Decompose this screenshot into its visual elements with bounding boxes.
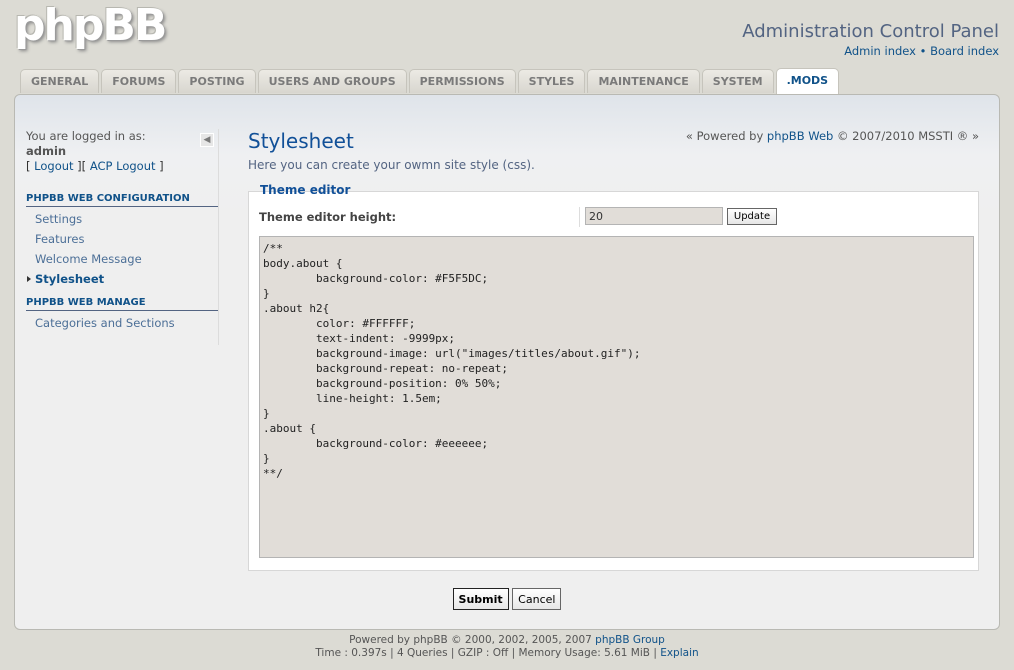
- sidebar-item-settings[interactable]: Settings: [26, 209, 218, 229]
- logged-in-label: You are logged in as:: [26, 129, 146, 143]
- footer-stats: Time : 0.397s | 4 Queries | GZIP : Off |…: [0, 647, 1014, 660]
- acp-logout-link[interactable]: ACP Logout: [90, 159, 156, 173]
- sidebar-item-label[interactable]: Categories and Sections: [35, 316, 175, 330]
- board-index-link[interactable]: Board index: [930, 44, 999, 58]
- tab-styles[interactable]: STYLES: [517, 69, 586, 93]
- field-divider: [579, 207, 580, 227]
- theme-editor-legend: Theme editor: [260, 183, 351, 197]
- theme-editor-height-label: Theme editor height:: [259, 210, 397, 224]
- phpbb-web-link[interactable]: phpBB Web: [767, 129, 833, 143]
- login-links: [ Logout ][ ACP Logout ]: [26, 159, 218, 173]
- sidebar-item-label[interactable]: Stylesheet: [35, 272, 104, 286]
- form-actions: Submit Cancel: [15, 588, 999, 610]
- menu-section-web-configuration: PHPBB WEB CONFIGURATION: [26, 193, 218, 207]
- footer-copyright: Powered by phpBB © 2000, 2002, 2005, 200…: [0, 634, 1014, 647]
- menu-list-web-manage: Categories and Sections: [26, 313, 218, 333]
- menu-list-web-configuration: Settings Features Welcome Message Styles…: [26, 209, 218, 289]
- sidebar-item-categories-and-sections[interactable]: Categories and Sections: [26, 313, 218, 333]
- content-panel: ◀ You are logged in as: admin [ Logout ]…: [14, 94, 1000, 630]
- acp-title: Administration Control Panel: [742, 21, 999, 42]
- theme-editor-height-input[interactable]: [585, 207, 723, 225]
- powered-suffix: © 2007/2010 MSSTI ® »: [833, 129, 979, 143]
- main-tabs: GENERAL FORUMS POSTING USERS AND GROUPS …: [20, 68, 840, 94]
- collapse-menu-icon[interactable]: ◀: [200, 133, 214, 147]
- tab-mods[interactable]: .MODS: [775, 68, 840, 94]
- bracket-close: ]: [155, 159, 164, 173]
- cancel-button[interactable]: Cancel: [512, 588, 562, 610]
- logout-link[interactable]: Logout: [34, 159, 73, 173]
- tab-forums[interactable]: FORUMS: [101, 69, 177, 93]
- powered-by-notice: « Powered by phpBB Web © 2007/2010 MSSTI…: [686, 129, 979, 143]
- username: admin: [26, 144, 67, 158]
- bracket-open: [: [26, 159, 35, 173]
- tab-maintenance[interactable]: MAINTENANCE: [587, 69, 700, 93]
- page-footer: Powered by phpBB © 2000, 2002, 2005, 200…: [0, 634, 1014, 660]
- header-link-separator: •: [919, 44, 927, 58]
- tab-general[interactable]: GENERAL: [20, 69, 100, 93]
- tab-posting[interactable]: POSTING: [178, 69, 256, 93]
- tab-users-and-groups[interactable]: USERS AND GROUPS: [257, 69, 407, 93]
- tab-system[interactable]: SYSTEM: [701, 69, 774, 93]
- sidebar-item-features[interactable]: Features: [26, 229, 218, 249]
- tab-permissions[interactable]: PERMISSIONS: [408, 69, 516, 93]
- admin-index-link[interactable]: Admin index: [844, 44, 916, 58]
- sidebar-item-welcome-message[interactable]: Welcome Message: [26, 249, 218, 269]
- explain-link[interactable]: Explain: [660, 647, 698, 659]
- powered-prefix: « Powered by: [685, 129, 767, 143]
- submit-button[interactable]: Submit: [452, 588, 509, 610]
- sidebar-menu: ◀ You are logged in as: admin [ Logout ]…: [26, 129, 219, 345]
- css-editor-textarea[interactable]: /** body.about { background-color: #F5F5…: [259, 236, 974, 558]
- phpbb-group-link[interactable]: phpBB Group: [595, 634, 665, 646]
- main-content: Stylesheet « Powered by phpBB Web © 2007…: [248, 129, 979, 571]
- footer-powered-prefix: Powered by phpBB © 2000, 2002, 2005, 200…: [349, 634, 596, 646]
- sidebar-item-label[interactable]: Features: [35, 232, 84, 246]
- footer-stats-text: Time : 0.397s | 4 Queries | GZIP : Off |…: [315, 647, 661, 659]
- page-description: Here you can create your owmn site style…: [248, 158, 535, 172]
- bracket-mid: ][: [73, 159, 90, 173]
- theme-editor-fieldset: Theme editor Theme editor height: Update…: [248, 183, 979, 571]
- sidebar-item-stylesheet[interactable]: Stylesheet: [26, 269, 218, 289]
- header-links: Admin index • Board index: [844, 44, 999, 58]
- update-button[interactable]: Update: [727, 208, 777, 225]
- sidebar-item-label[interactable]: Settings: [35, 212, 82, 226]
- phpbb-logo: phpBB: [14, 0, 167, 51]
- sidebar-item-label[interactable]: Welcome Message: [35, 252, 142, 266]
- menu-section-web-manage: PHPBB WEB MANAGE: [26, 297, 218, 311]
